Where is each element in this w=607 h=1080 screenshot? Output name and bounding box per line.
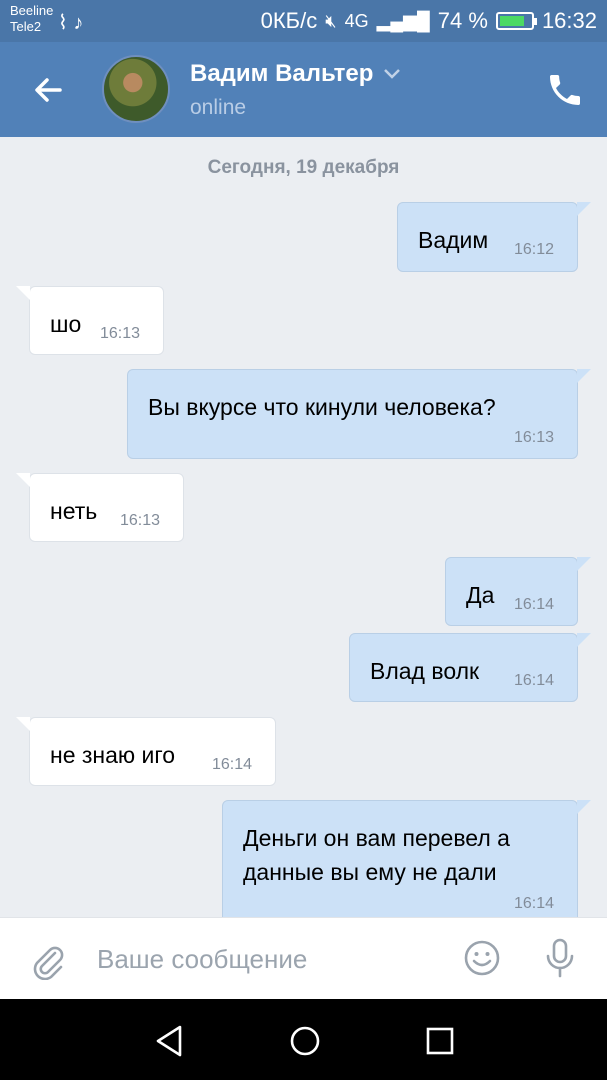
- message-text: неть: [50, 498, 98, 524]
- contact-status: online: [190, 96, 247, 119]
- smiley-icon: [464, 940, 500, 976]
- signal-icon: ▂▄▆█: [376, 10, 430, 31]
- message-time: 16:14: [514, 596, 555, 613]
- triangle-back-icon: [156, 1025, 182, 1057]
- carrier-names: Beeline Tele2: [10, 3, 53, 35]
- message-input[interactable]: Ваше сообщение: [97, 944, 307, 975]
- contact-name-button[interactable]: Вадим Вальтер: [190, 60, 401, 88]
- nav-recents-button[interactable]: [420, 1021, 460, 1061]
- message-time: 16:14: [514, 672, 555, 689]
- message-incoming[interactable]: не знаю иго 16:14: [16, 717, 276, 786]
- battery-percent: 74 %: [437, 8, 488, 33]
- battery-icon: [495, 12, 537, 30]
- phone-icon: [550, 75, 580, 105]
- message-list[interactable]: Сегодня, 19 декабря Вадим 16:12 шо 16:13…: [0, 137, 607, 917]
- message-incoming[interactable]: неть 16:13: [16, 473, 184, 542]
- message-text: Влад волк: [370, 658, 480, 684]
- message-text: Деньги он вам перевел а данные вы ему не…: [243, 821, 510, 889]
- mute-icon: 🔇︎: [325, 10, 337, 31]
- status-bar: Beeline Tele2 ⌇ ♪ 0КБ/с 🔇︎ 4G ▂▄▆█ 74 % …: [0, 0, 607, 42]
- carrier-1: Beeline: [10, 3, 54, 18]
- compose-bar: Ваше сообщение: [0, 917, 607, 999]
- chevron-down-icon: [384, 69, 401, 79]
- message-text: Вадим: [418, 227, 489, 253]
- message-line: Деньги он вам перевел а: [243, 825, 510, 851]
- message-time: 16:12: [514, 241, 555, 258]
- message-outgoing[interactable]: Вы вкурсе что кинули человека? 16:13: [127, 369, 591, 459]
- message-outgoing[interactable]: Деньги он вам перевел а данные вы ему не…: [222, 800, 591, 917]
- nav-home-button[interactable]: [285, 1021, 325, 1061]
- microphone-icon: [546, 938, 574, 978]
- message-time: 16:13: [514, 429, 555, 446]
- message-incoming[interactable]: шо 16:13: [16, 286, 164, 355]
- message-time: 16:13: [100, 325, 141, 342]
- status-right: 0КБ/с 🔇︎ 4G ▂▄▆█ 74 % 16:32: [261, 8, 597, 34]
- chat-header: Вадим Вальтер online: [0, 42, 607, 137]
- message-text: шо: [50, 311, 82, 337]
- message-text: не знаю иго: [50, 742, 176, 768]
- message-outgoing[interactable]: Влад волк 16:14: [349, 633, 591, 702]
- broom-icon: ⌇: [58, 12, 68, 34]
- data-speed: 0КБ/с: [260, 8, 318, 33]
- message-time: 16:14: [212, 756, 253, 773]
- paperclip-icon: [33, 946, 64, 981]
- message-time: 16:14: [514, 895, 555, 912]
- voice-message-button[interactable]: [540, 936, 580, 980]
- nav-back-button[interactable]: [150, 1021, 190, 1061]
- notification-icons: ⌇ ♪: [58, 10, 83, 35]
- back-button[interactable]: [28, 70, 68, 110]
- system-nav-bar: [0, 999, 607, 1080]
- music-note-icon: ♪: [73, 12, 84, 34]
- contact-name: Вадим Вальтер: [190, 60, 374, 87]
- message-outgoing[interactable]: Вадим 16:12: [397, 202, 591, 272]
- message-text: Да: [466, 582, 495, 608]
- attach-button[interactable]: [28, 940, 68, 981]
- call-button[interactable]: [545, 70, 585, 110]
- message-text: Вы вкурсе что кинули человека?: [148, 394, 496, 420]
- network-type: 4G: [344, 10, 369, 31]
- message-line: данные вы ему не дали: [243, 859, 497, 885]
- message-time: 16:13: [120, 512, 161, 529]
- arrow-left-icon: [35, 78, 62, 102]
- emoji-button[interactable]: [462, 938, 502, 978]
- avatar[interactable]: [102, 55, 170, 123]
- circle-home-icon: [290, 1026, 320, 1056]
- carrier-2: Tele2: [10, 19, 42, 34]
- date-separator: Сегодня, 19 декабря: [207, 157, 400, 178]
- message-outgoing[interactable]: Да 16:14: [445, 557, 591, 626]
- square-recents-icon: [426, 1027, 454, 1055]
- clock: 16:32: [541, 8, 597, 33]
